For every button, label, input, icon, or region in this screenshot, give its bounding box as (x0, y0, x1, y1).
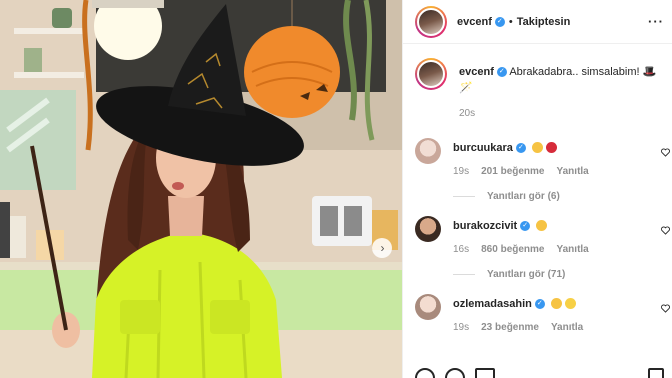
comment-item: burcuukara ✓ 19s 201 beğenme Yanıtla Yanı… (403, 136, 672, 202)
comment-likes[interactable]: 23 beğenme (481, 322, 539, 333)
post-header: evcenf ✓ • Takiptesin ··· (403, 0, 672, 44)
separator-dot: • (508, 15, 513, 28)
yellow-heart-emoji-icon (564, 298, 576, 309)
reply-button[interactable]: Yanıtla (557, 166, 589, 177)
verified-badge-icon: ✓ (496, 67, 507, 78)
comment-username[interactable]: burcuukara (453, 142, 513, 154)
verified-badge-icon: ✓ (520, 221, 531, 232)
like-heart-icon[interactable] (415, 368, 435, 378)
verified-badge-icon: ✓ (534, 299, 545, 310)
like-comment-heart-icon[interactable] (661, 304, 670, 313)
author-username[interactable]: evcenf (457, 16, 492, 28)
post-action-bar (403, 364, 672, 378)
commenter-avatar[interactable] (415, 138, 441, 164)
red-heart-emoji-icon (545, 142, 557, 153)
reply-button[interactable]: Yanıtla (551, 322, 583, 333)
comment-username[interactable]: burakozcivit (453, 220, 517, 232)
comment-bubble-icon[interactable] (445, 368, 465, 378)
caption-time: 20s (459, 108, 476, 119)
smiling-hearts-emoji-icon (550, 298, 562, 309)
comment-time: 19s (453, 322, 470, 333)
author-avatar[interactable] (415, 5, 447, 38)
verified-badge-icon: ✓ (494, 16, 505, 27)
chevron-right-icon: › (380, 241, 385, 255)
star-struck-emoji-icon (536, 220, 548, 231)
like-comment-heart-icon[interactable] (661, 148, 670, 157)
commenter-avatar[interactable] (415, 216, 441, 242)
view-replies-label: Yanıtları gör (6) (487, 191, 560, 202)
comment-likes[interactable]: 201 beğenme (481, 166, 544, 177)
comment-time: 16s (453, 244, 470, 255)
comment-item: burakozcivit ✓ 16s 860 beğenme Yanıtla Ya… (403, 214, 672, 280)
post-image (0, 0, 402, 378)
save-bookmark-icon[interactable] (648, 368, 664, 378)
comment-likes[interactable]: 860 beğenme (481, 244, 544, 255)
comment-item: ozlemadasahin ✓ 19s 23 beğenme Yanıtla (403, 292, 672, 333)
comment-time: 19s (453, 166, 470, 177)
view-replies-button[interactable]: Yanıtları gör (6) (453, 191, 660, 202)
commenter-avatar[interactable] (415, 294, 441, 320)
instagram-post-view: › evcenf ✓ • Takiptesin ··· evcenf ✓ Abra… (0, 0, 672, 378)
post-caption: evcenf ✓ Abrakadabra.. simsalabim! 🎩🪄 20s (403, 44, 672, 134)
post-photo[interactable]: › (0, 0, 402, 378)
next-photo-button[interactable]: › (372, 238, 392, 258)
view-replies-label: Yanıtları gör (71) (487, 269, 566, 280)
verified-badge-icon: ✓ (515, 143, 526, 154)
share-send-icon[interactable] (475, 368, 495, 378)
post-side-panel: evcenf ✓ • Takiptesin ··· evcenf ✓ Abraka… (402, 0, 672, 378)
reply-button[interactable]: Yanıtla (557, 244, 589, 255)
caption-avatar[interactable] (415, 58, 447, 90)
more-options-icon[interactable]: ··· (648, 14, 664, 29)
view-replies-button[interactable]: Yanıtları gör (71) (453, 269, 660, 280)
laughing-emoji-icon (531, 142, 543, 153)
following-button[interactable]: Takiptesin (517, 16, 571, 28)
like-comment-heart-icon[interactable] (661, 226, 670, 235)
comment-username[interactable]: ozlemadasahin (453, 298, 532, 310)
caption-username[interactable]: evcenf (459, 66, 494, 78)
